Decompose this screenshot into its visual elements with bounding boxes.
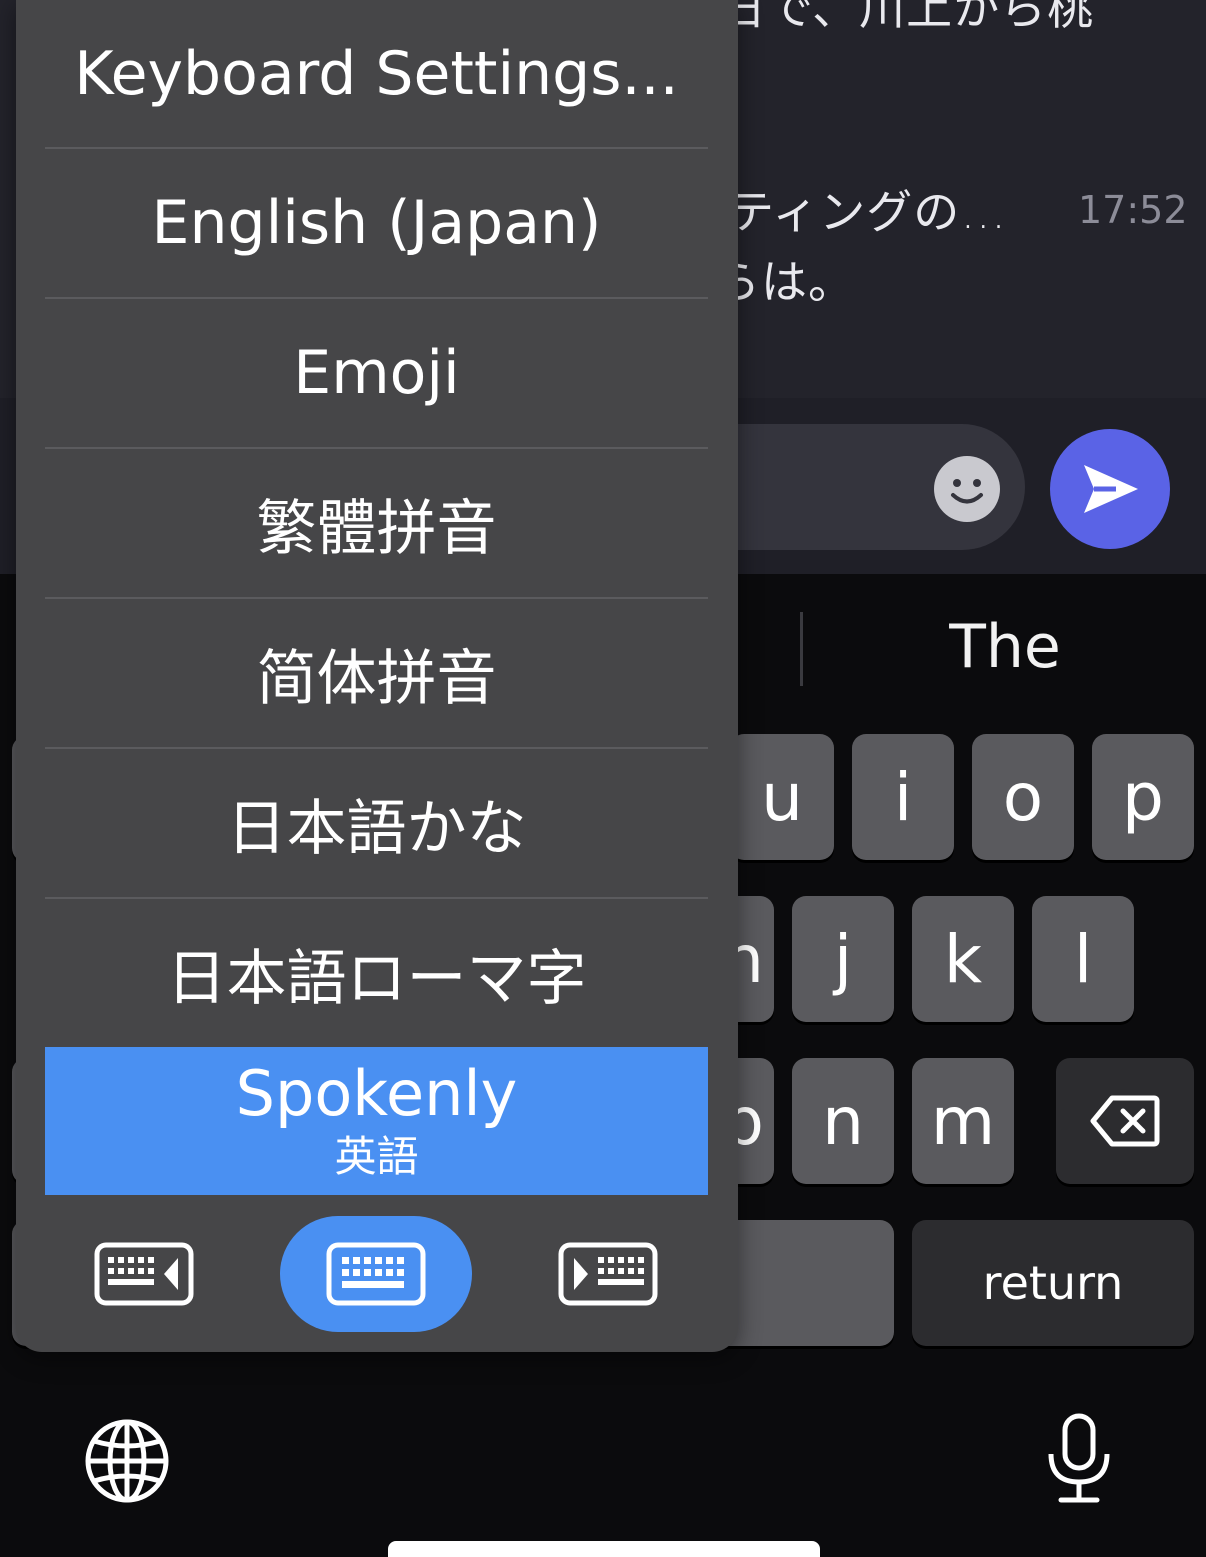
key-k[interactable]: k [912,896,1014,1022]
chat-message-line: 日で、川上から桃 [720,0,1095,35]
return-key[interactable]: return [912,1220,1194,1346]
key-j[interactable]: j [792,896,894,1022]
menu-item-traditional-pinyin[interactable]: 繁體拼音 [45,449,708,597]
key-o[interactable]: o [972,734,1074,860]
keyboard-right-icon [558,1242,658,1306]
key-u[interactable]: u [730,734,834,860]
send-arrow-icon [1084,465,1138,513]
menu-item-english-japan[interactable]: English (Japan) [45,149,708,297]
menu-item-keyboard-settings[interactable]: Keyboard Settings... [45,0,708,148]
microphone-icon [1048,1413,1110,1503]
menu-item-spokenly-label: Spokenly [235,1057,518,1130]
chat-message-line: ティングの… [728,185,1008,239]
emoji-button[interactable] [934,456,1000,522]
globe-icon [85,1419,169,1503]
menu-item-emoji[interactable]: Emoji [45,299,708,447]
key-n[interactable]: n [792,1058,894,1184]
keyboard-right-button[interactable] [546,1216,670,1332]
globe-key[interactable] [84,1418,170,1504]
keyboard-language-menu: Keyboard Settings... English (Japan) Emo… [16,0,738,1352]
message-timestamp: 17:52 [1078,188,1188,232]
backspace-icon [1090,1095,1160,1147]
key-i[interactable]: i [852,734,954,860]
key-m[interactable]: m [912,1058,1014,1184]
keyboard-center-icon [326,1242,426,1306]
menu-item-japanese-kana[interactable]: 日本語かな [45,749,708,897]
key-p[interactable]: p [1092,734,1194,860]
suggestion-divider [800,612,803,686]
key-l[interactable]: l [1032,896,1134,1022]
smiley-icon [934,456,1000,522]
keyboard-left-icon [94,1242,194,1306]
menu-item-simplified-pinyin[interactable]: 简体拼音 [45,599,708,747]
home-indicator[interactable] [388,1541,820,1557]
keyboard-center-button[interactable] [280,1216,472,1332]
keyboard-left-button[interactable] [82,1216,206,1332]
backspace-key[interactable] [1056,1058,1194,1184]
menu-item-japanese-romaji[interactable]: 日本語ローマ字 [45,899,708,1047]
send-button[interactable] [1050,429,1170,549]
menu-item-spokenly[interactable]: Spokenly 英語 [45,1047,708,1195]
suggestion-word[interactable]: The [905,612,1105,682]
dictation-key[interactable] [1044,1412,1114,1504]
menu-item-spokenly-subtitle: 英語 [334,1132,419,1181]
